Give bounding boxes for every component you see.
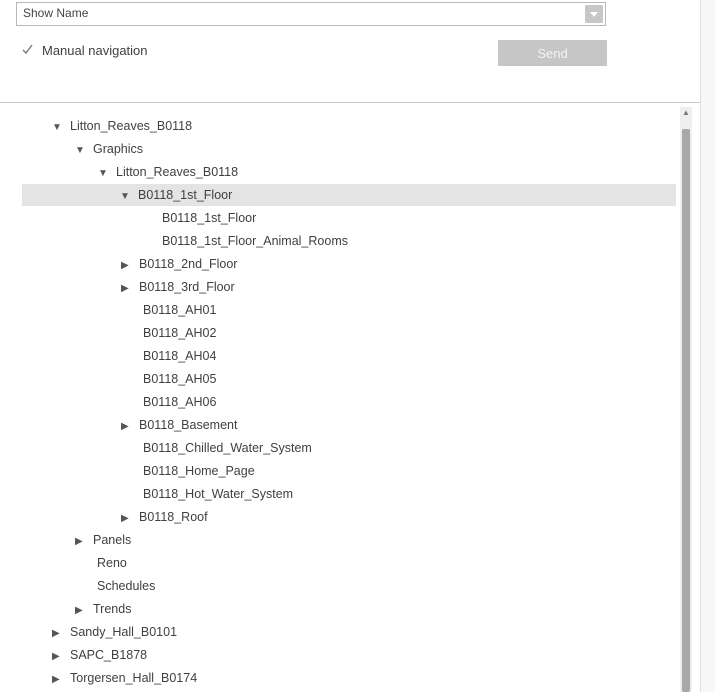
tree-node[interactable]: B0118_AH02 bbox=[143, 322, 216, 344]
send-button[interactable]: Send bbox=[498, 40, 607, 66]
tree-node-label: Schedules bbox=[97, 579, 156, 593]
tree-node-label: Reno bbox=[97, 556, 127, 570]
tree-node[interactable]: ▶ B0118_3rd_Floor bbox=[121, 276, 235, 298]
tree-node-label: B0118_AH06 bbox=[143, 395, 217, 409]
tree-node-label: B0118_AH01 bbox=[143, 303, 217, 317]
window-edge bbox=[700, 0, 715, 692]
tree-node[interactable]: B0118_AH06 bbox=[143, 391, 216, 413]
tree-node[interactable]: Reno bbox=[97, 552, 127, 574]
tree-node-label: B0118_AH05 bbox=[143, 372, 217, 386]
tree-node[interactable]: Schedules bbox=[97, 575, 155, 597]
tree-node[interactable]: ▶ Sandy_Hall_B0101 bbox=[52, 621, 177, 643]
tree-node-label: Sandy_Hall_B0101 bbox=[70, 625, 178, 639]
tree-node-label: B0118_1st_Floor bbox=[162, 211, 257, 225]
collapsed-arrow-icon[interactable]: ▶ bbox=[52, 623, 70, 645]
tree-node[interactable]: B0118_AH04 bbox=[143, 345, 216, 367]
vertical-scrollbar[interactable]: ▲ bbox=[680, 107, 692, 692]
tree-node-label: B0118_Roof bbox=[139, 510, 208, 524]
scrollbar-thumb[interactable] bbox=[682, 129, 690, 692]
tree-node[interactable]: ▼ Graphics bbox=[75, 138, 143, 160]
tree-node[interactable]: ▶ Panels bbox=[75, 529, 131, 551]
tree-node[interactable]: ▶ B0118_Roof bbox=[121, 506, 208, 528]
tree-node[interactable]: ▼ Litton_Reaves_B0118 bbox=[98, 161, 238, 183]
tree-node[interactable]: B0118_Chilled_Water_System bbox=[143, 437, 312, 459]
tree-node-label: B0118_AH02 bbox=[143, 326, 217, 340]
collapsed-arrow-icon[interactable]: ▶ bbox=[121, 416, 139, 438]
expanded-arrow-icon[interactable]: ▼ bbox=[120, 186, 138, 208]
tree-node[interactable]: ▶ B0118_2nd_Floor bbox=[121, 253, 237, 275]
tree-node[interactable]: ▶ Trends bbox=[75, 598, 131, 620]
tree-node-label: B0118_Chilled_Water_System bbox=[143, 441, 312, 455]
checkmark-icon[interactable] bbox=[22, 44, 33, 55]
manual-navigation-label: Manual navigation bbox=[42, 43, 148, 58]
tree-node-label: B0118_AH04 bbox=[143, 349, 217, 363]
tree-node-label: Graphics bbox=[93, 142, 144, 156]
navigation-settings-panel: Show Name Manual navigation Send bbox=[0, 0, 700, 103]
tree-node-label: B0118_1st_Floor bbox=[138, 188, 233, 202]
tree-node[interactable]: B0118_Home_Page bbox=[143, 460, 255, 482]
collapsed-arrow-icon[interactable]: ▶ bbox=[121, 278, 139, 300]
tree-node-label: B0118_Basement bbox=[139, 418, 238, 432]
dropdown-selected-value: Show Name bbox=[23, 6, 89, 20]
tree-node[interactable]: ▶ Torgersen_Hall_B0174 bbox=[52, 667, 197, 689]
tree-node[interactable]: B0118_1st_Floor bbox=[162, 207, 256, 229]
tree-node-label: B0118_3rd_Floor bbox=[139, 280, 235, 294]
tree-node-label: Trends bbox=[93, 602, 132, 616]
scroll-up-arrow-icon[interactable]: ▲ bbox=[682, 109, 690, 117]
tree-node-label: Torgersen_Hall_B0174 bbox=[70, 671, 198, 685]
tree-node-label: B0118_Home_Page bbox=[143, 464, 255, 478]
tree-node[interactable]: ▶ B0118_Basement bbox=[121, 414, 237, 436]
collapsed-arrow-icon[interactable]: ▶ bbox=[52, 669, 70, 691]
tree-node-selected[interactable]: ▼ B0118_1st_Floor bbox=[22, 184, 676, 206]
chevron-down-icon[interactable] bbox=[585, 5, 603, 23]
tree-node[interactable]: B0118_AH01 bbox=[143, 299, 216, 321]
tree-node[interactable]: B0118_AH05 bbox=[143, 368, 216, 390]
tree-node[interactable]: ▼ Litton_Reaves_B0118 bbox=[52, 115, 192, 137]
tree-node-label: B0118_2nd_Floor bbox=[139, 257, 238, 271]
tree-node[interactable]: ▶ SAPC_B1878 bbox=[52, 644, 147, 666]
collapsed-arrow-icon[interactable]: ▶ bbox=[75, 531, 93, 553]
tree-node[interactable]: B0118_1st_Floor_Animal_Rooms bbox=[162, 230, 348, 252]
collapsed-arrow-icon[interactable]: ▶ bbox=[121, 508, 139, 530]
display-mode-dropdown[interactable]: Show Name bbox=[16, 2, 606, 26]
collapsed-arrow-icon[interactable]: ▶ bbox=[75, 600, 93, 622]
collapsed-arrow-icon[interactable]: ▶ bbox=[121, 255, 139, 277]
expanded-arrow-icon[interactable]: ▼ bbox=[98, 163, 116, 185]
expanded-arrow-icon[interactable]: ▼ bbox=[75, 140, 93, 162]
tree-node-label: Litton_Reaves_B0118 bbox=[70, 119, 193, 133]
navigation-tree: ▼ Litton_Reaves_B0118 ▼ Graphics ▼ Litton_R… bbox=[0, 103, 700, 692]
collapsed-arrow-icon[interactable]: ▶ bbox=[52, 646, 70, 668]
expanded-arrow-icon[interactable]: ▼ bbox=[52, 117, 70, 139]
tree-node-label: Litton_Reaves_B0118 bbox=[116, 165, 239, 179]
tree-node-label: Panels bbox=[93, 533, 132, 547]
tree-node-label: B0118_1st_Floor_Animal_Rooms bbox=[162, 234, 348, 248]
tree-node[interactable]: B0118_Hot_Water_System bbox=[143, 483, 293, 505]
tree-node-label: B0118_Hot_Water_System bbox=[143, 487, 294, 501]
tree-node-label: SAPC_B1878 bbox=[70, 648, 148, 662]
